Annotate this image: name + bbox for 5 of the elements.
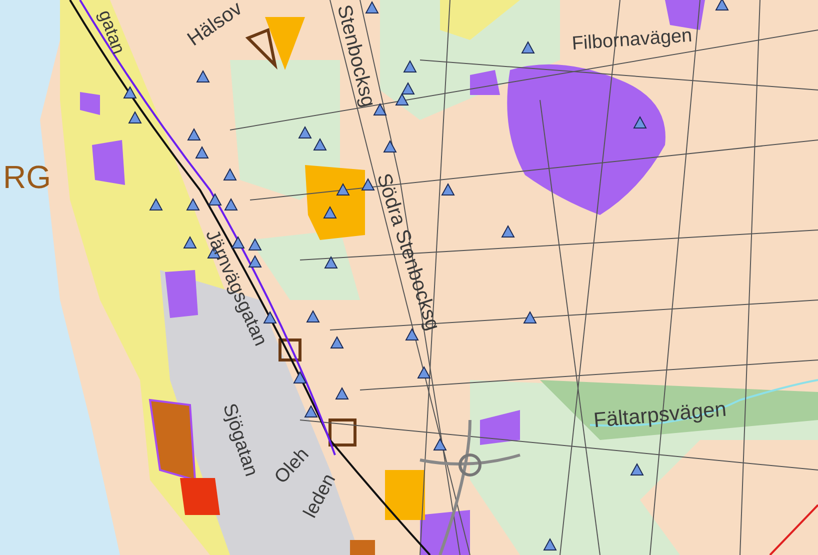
street-label: Filbornavägen bbox=[571, 26, 693, 54]
street-label: Fältarpsvägen bbox=[592, 398, 728, 432]
place-label: RG bbox=[3, 161, 51, 193]
street-label: Sjögatan bbox=[219, 401, 261, 479]
street-label: gatan bbox=[96, 8, 128, 56]
